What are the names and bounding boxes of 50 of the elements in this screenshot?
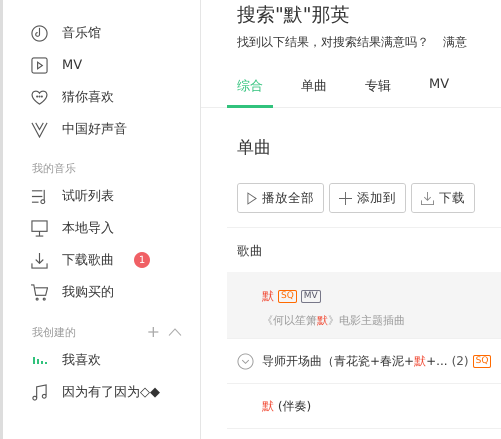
plus-icon bbox=[339, 192, 352, 204]
song-row[interactable]: 导师开场曲（青花瓷+春泥+默+... (2) SQ bbox=[227, 339, 501, 384]
sidebar-item[interactable]: 下载歌曲 1 bbox=[3, 244, 200, 276]
action-button[interactable]: 添加到 bbox=[329, 183, 406, 213]
sidebar-item[interactable]: 本地导入 bbox=[3, 212, 200, 244]
playlist-icon bbox=[31, 188, 48, 204]
column-header: 歌曲 bbox=[237, 243, 263, 258]
sidebar-item[interactable]: 我喜欢 bbox=[3, 344, 200, 376]
action-button[interactable]: 播放全部 bbox=[237, 183, 324, 213]
song-row[interactable]: 默 SQ MV 《何以笙箫默》电影主题插曲 bbox=[227, 272, 501, 339]
sidebar-item[interactable]: 试听列表 bbox=[3, 180, 200, 212]
collapse-icon[interactable] bbox=[168, 328, 182, 336]
monitor-icon bbox=[31, 220, 48, 236]
result-prompt: 找到以下结果，对搜索结果满意吗？ bbox=[237, 34, 429, 51]
song-title: 默 (伴奏) bbox=[262, 398, 312, 414]
heart-icon bbox=[31, 88, 48, 106]
sidebar-item[interactable]: 音乐馆 bbox=[3, 17, 200, 49]
version-count: (2) bbox=[452, 354, 469, 368]
play-icon bbox=[247, 192, 257, 204]
quality-tag: SQ bbox=[472, 354, 492, 368]
count-badge: 1 bbox=[134, 252, 150, 268]
song-subtitle: 《何以笙箫默》电影主题插曲 bbox=[261, 313, 406, 328]
v-logo-icon bbox=[31, 120, 48, 138]
sidebar-item[interactable]: 我购买的 bbox=[3, 276, 200, 308]
section-label: 我创建的 bbox=[32, 324, 76, 340]
sidebar-item[interactable]: 中国好声音 bbox=[3, 113, 200, 145]
section-heading: 单曲 bbox=[236, 137, 272, 159]
music-note-icon bbox=[31, 384, 48, 400]
song-title: 导师开场曲（青花瓷+春泥+默+... bbox=[262, 352, 448, 370]
satisfied-link[interactable]: 满意 bbox=[443, 34, 467, 51]
equalizer-icon bbox=[32, 356, 46, 364]
expand-icon[interactable] bbox=[237, 352, 254, 370]
song-row[interactable]: 默 (伴奏) bbox=[227, 384, 501, 429]
song-title: 默 bbox=[262, 288, 274, 305]
action-button[interactable]: 下载 bbox=[411, 183, 475, 213]
tab[interactable]: MV bbox=[419, 73, 460, 108]
play-icon bbox=[31, 56, 48, 74]
quality-tag: SQ bbox=[278, 290, 297, 303]
sidebar-item[interactable]: 猜你喜欢 bbox=[3, 81, 200, 113]
sidebar-item[interactable]: 因为有了因为◇◆ bbox=[3, 376, 200, 408]
sidebar-item[interactable]: MV bbox=[3, 49, 200, 81]
section-label: 我的音乐 bbox=[32, 161, 76, 176]
download-icon bbox=[421, 192, 434, 204]
music-disc-icon bbox=[31, 24, 48, 42]
quality-tag: MV bbox=[300, 290, 321, 303]
search-title: 搜索"默"那英 bbox=[236, 3, 350, 28]
tab[interactable]: 专辑 bbox=[355, 73, 401, 108]
download-icon bbox=[31, 252, 48, 268]
tab[interactable]: 单曲 bbox=[291, 73, 337, 108]
cart-icon bbox=[31, 284, 48, 300]
